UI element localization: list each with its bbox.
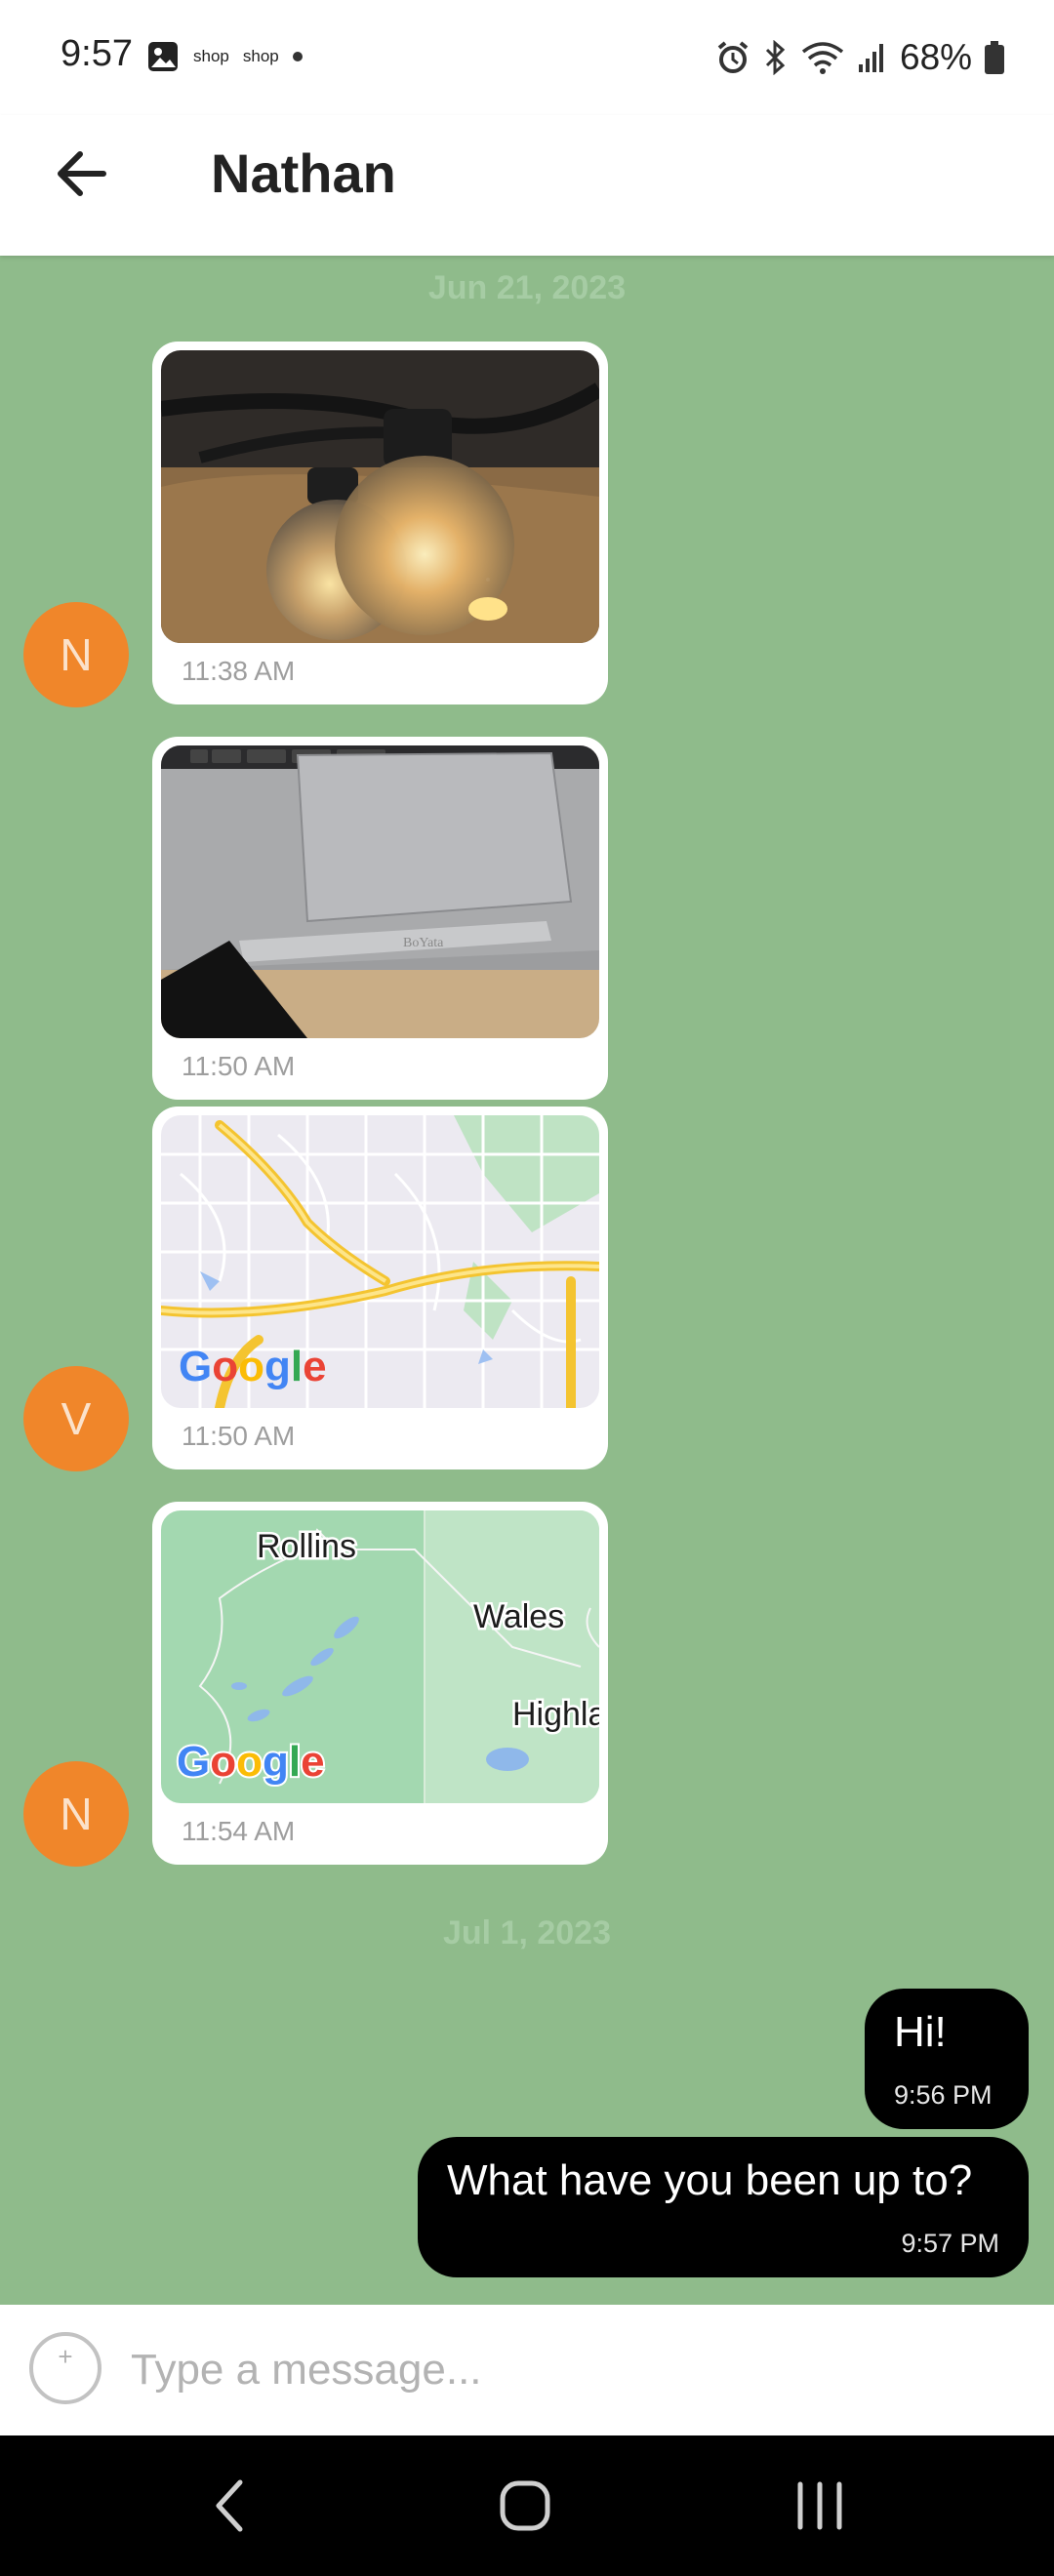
attach-button[interactable]: + — [29, 2332, 101, 2404]
message-time: 11:38 AM — [182, 656, 296, 686]
location-message[interactable]: Google 11:50 AM — [152, 1107, 608, 1469]
svg-text:Google: Google — [179, 1343, 327, 1390]
image-message[interactable]: BoYata 11:50 AM — [152, 737, 608, 1100]
gallery-icon — [148, 42, 178, 71]
photo-laptop[interactable]: BoYata — [161, 745, 599, 1038]
more-notifications-dot — [292, 52, 303, 61]
nav-recents-icon[interactable] — [792, 2478, 847, 2533]
message-text: Hi! — [894, 2008, 947, 2056]
map-preview[interactable]: Google — [161, 1115, 599, 1408]
wifi-icon — [801, 42, 844, 74]
message-time: 9:57 PM — [901, 2229, 999, 2258]
message-input[interactable] — [129, 2334, 1011, 2406]
avatar[interactable]: V — [23, 1366, 129, 1471]
outgoing-message[interactable]: Hi! 9:56 PM — [865, 1989, 1029, 2129]
svg-text:Wales: Wales — [473, 1598, 564, 1635]
avatar[interactable]: N — [23, 602, 129, 707]
status-icons: 68% — [716, 33, 1005, 82]
notification-icons: shop shop — [146, 39, 303, 74]
svg-text:Rollins: Rollins — [257, 1528, 356, 1565]
date-separator: Jul 1, 2023 — [442, 1914, 611, 1952]
message-time: 9:56 PM — [894, 2080, 993, 2110]
system-nav-bar — [0, 2435, 1054, 2576]
plus-icon: + — [58, 2342, 73, 2371]
battery-percentage: 68% — [900, 37, 973, 77]
notification-label: shop — [242, 47, 279, 65]
location-message[interactable]: Rollins Wales Highla Google 11:54 AM — [152, 1502, 608, 1865]
svg-text:Google: Google — [177, 1738, 325, 1786]
alarm-icon — [717, 41, 749, 73]
signal-icon — [859, 44, 883, 72]
back-button[interactable] — [53, 144, 111, 203]
status-time: 9:57 — [61, 33, 133, 74]
message-time: 11:50 AM — [182, 1421, 296, 1451]
bluetooth-icon — [765, 40, 786, 75]
avatar[interactable]: N — [23, 1761, 129, 1867]
svg-text:Highla: Highla — [512, 1696, 599, 1733]
outgoing-message[interactable]: What have you been up to? 9:57 PM — [418, 2137, 1029, 2277]
chat-title: Nathan — [211, 142, 396, 204]
nav-home-icon[interactable] — [498, 2478, 552, 2533]
message-text: What have you been up to? — [447, 2156, 973, 2204]
back-arrow-icon — [58, 151, 106, 196]
image-message[interactable]: 11:38 AM — [152, 342, 608, 704]
svg-text:BoYata: BoYata — [403, 936, 444, 950]
map-preview[interactable]: Rollins Wales Highla Google — [161, 1510, 599, 1803]
message-time: 11:50 AM — [182, 1051, 296, 1081]
notification-label: shop — [193, 47, 229, 65]
date-separator: Jun 21, 2023 — [427, 269, 627, 306]
nav-back-icon[interactable] — [211, 2475, 250, 2537]
app-bar — [0, 115, 1054, 256]
battery-icon — [985, 41, 1005, 74]
photo-light-bulbs[interactable] — [161, 350, 599, 643]
message-time: 11:54 AM — [182, 1816, 296, 1846]
